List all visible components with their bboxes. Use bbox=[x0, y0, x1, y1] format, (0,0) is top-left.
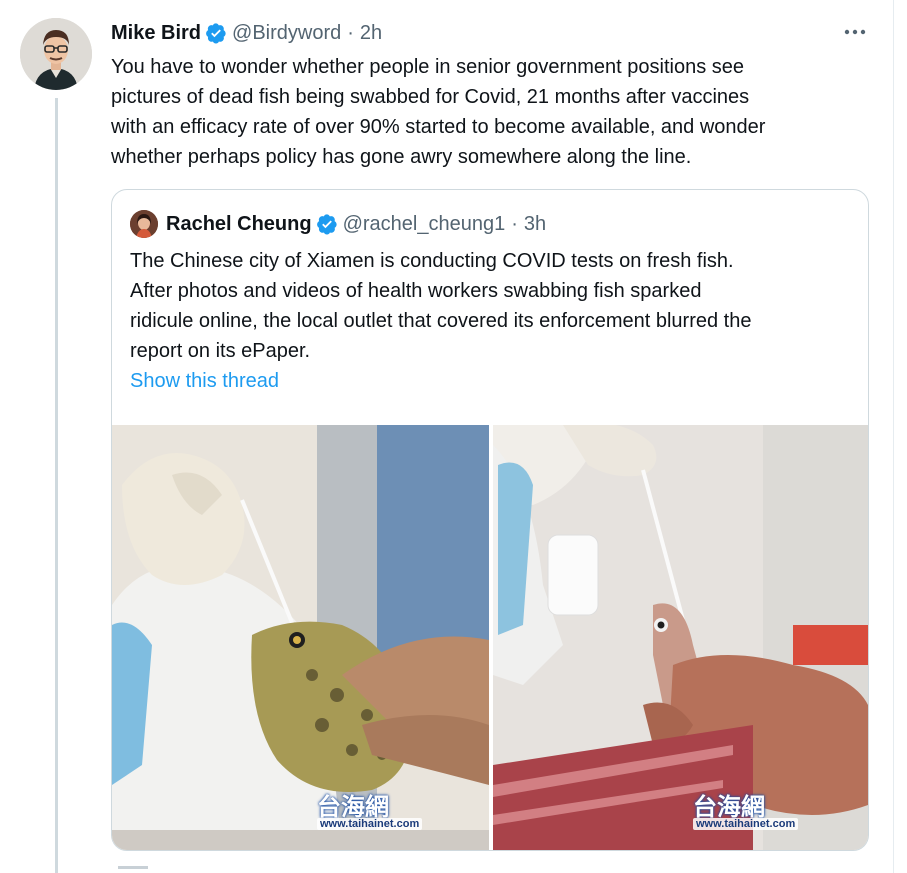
watermark-url: www.taihainet.com bbox=[693, 818, 799, 830]
watermark-logo: 台海網 bbox=[317, 792, 389, 821]
timestamp[interactable]: 2h bbox=[360, 22, 382, 45]
verified-badge-icon bbox=[316, 214, 337, 235]
author-handle[interactable]: @Birdyword bbox=[232, 22, 341, 45]
tweet-text-line: You have to wonder whether people in sen… bbox=[111, 56, 745, 78]
media-photo[interactable]: 台海網 www.taihainet.com bbox=[493, 425, 868, 850]
quoted-text-line: ridicule online, the local outlet that c… bbox=[130, 310, 752, 332]
more-horizontal-icon[interactable] bbox=[842, 22, 868, 42]
author-name[interactable]: Mike Bird bbox=[111, 22, 201, 45]
media-grid: 台海網 www.taihainet.com 台海網 www.taihainet.… bbox=[112, 425, 868, 850]
avatar[interactable] bbox=[20, 18, 92, 90]
media-photo[interactable]: 台海網 www.taihainet.com bbox=[112, 425, 489, 850]
action-bar-hint bbox=[118, 866, 148, 869]
tweet-text-line: whether perhaps policy has gone awry som… bbox=[111, 146, 692, 168]
tweet-text: You have to wonder whether people in sen… bbox=[111, 52, 881, 172]
verified-badge-icon bbox=[206, 23, 226, 44]
timeline-border bbox=[893, 0, 894, 873]
watermark-logo: 台海網 bbox=[693, 792, 765, 821]
quoted-author-name: Rachel Cheung bbox=[166, 212, 312, 235]
tweet-text-line: with an efficacy rate of over 90% starte… bbox=[111, 116, 766, 138]
tweet-text-line: pictures of dead fish being swabbed for … bbox=[111, 86, 750, 108]
quoted-author-handle: @rachel_cheung1 bbox=[342, 212, 506, 235]
quoted-timestamp: 3h bbox=[523, 212, 547, 235]
watermark-url: www.taihainet.com bbox=[317, 818, 423, 830]
tweet[interactable]: Mike Bird @Birdyword · 2h You have to wo… bbox=[0, 0, 907, 873]
quoted-text-line: After photos and videos of health worker… bbox=[130, 280, 702, 302]
quoted-tweet-text: The Chinese city of Xiamen is conducting… bbox=[130, 246, 860, 366]
show-thread-link[interactable]: Show this thread bbox=[130, 370, 279, 393]
thread-line bbox=[55, 98, 58, 873]
tweet-header: Mike Bird @Birdyword · 2h bbox=[111, 20, 382, 46]
separator-dot: · bbox=[347, 21, 354, 44]
quoted-text-line: The Chinese city of Xiamen is conducting… bbox=[130, 250, 734, 272]
quoted-tweet-header: Rachel Cheung @rachel_cheung1 · 3h bbox=[130, 210, 546, 238]
quoted-avatar bbox=[130, 210, 158, 238]
separator-dot: · bbox=[511, 212, 518, 235]
quoted-text-line: report on its ePaper. bbox=[130, 340, 311, 362]
quoted-tweet[interactable]: Rachel Cheung @rachel_cheung1 · 3h The C… bbox=[111, 189, 869, 851]
